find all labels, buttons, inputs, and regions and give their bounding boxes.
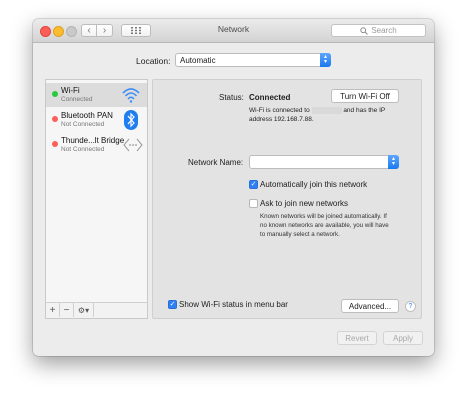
service-item-wifi[interactable]: Wi-Fi Connected (46, 83, 147, 107)
search-field[interactable]: Search (331, 24, 426, 37)
status-label: Status: (219, 93, 244, 102)
service-name: Wi-Fi (61, 86, 80, 95)
network-preferences-window: ‹ › Network Search Location: Automatic ▴… (33, 19, 434, 356)
service-item-bluetooth-pan[interactable]: Bluetooth PAN Not Connected (46, 108, 147, 132)
ask-join-help-line: to manually select a network. (260, 231, 340, 238)
status-dot (52, 91, 58, 97)
advanced-button[interactable]: Advanced... (341, 299, 399, 313)
apply-button[interactable]: Apply (383, 331, 423, 345)
turn-wifi-off-button[interactable]: Turn Wi-Fi Off (331, 89, 399, 103)
network-name-label: Network Name: (188, 158, 244, 167)
auto-join-checkbox[interactable]: ✓ (249, 180, 258, 189)
service-status: Connected (61, 96, 93, 103)
ask-join-help-line: Known networks will be joined automatica… (260, 213, 387, 220)
search-icon (360, 26, 369, 35)
redacted-network-name (311, 106, 342, 114)
service-list: Wi-Fi Connected Bluetooth PAN Not Connec… (45, 79, 148, 319)
status-description-part: and has the IP (343, 107, 386, 114)
service-status: Not Connected (61, 146, 105, 153)
service-item-thunderbolt-bridge[interactable]: Thunde...lt Bridge Not Connected (46, 133, 147, 157)
auto-join-label: Automatically join this network (260, 180, 368, 189)
location-value: Automatic (180, 55, 216, 65)
status-description-part: Wi-Fi is connected to (249, 107, 310, 114)
popup-arrows-icon: ▴ ▾ (388, 155, 399, 169)
wifi-detail-panel: Status: Connected Turn Wi-Fi Off Wi-Fi i… (152, 79, 422, 319)
service-status: Not Connected (61, 121, 105, 128)
ask-join-help: Known networks will be joined automatica… (260, 212, 389, 239)
status-dot (52, 116, 58, 122)
search-placeholder: Search (371, 26, 397, 35)
bluetooth-icon (124, 110, 138, 130)
location-popup[interactable]: Automatic ▴ ▾ (175, 53, 331, 67)
revert-button[interactable]: Revert (337, 331, 377, 345)
remove-service-button[interactable]: − (60, 303, 74, 317)
popup-arrows-icon: ▴ ▾ (320, 53, 331, 67)
status-description: Wi-Fi is connected to and has the IP add… (249, 106, 385, 124)
title-bar: ‹ › Network Search (33, 19, 434, 43)
thunderbolt-bridge-icon (123, 138, 143, 152)
service-list-toolbar: + − ⚙▾ (46, 302, 147, 318)
add-service-button[interactable]: + (46, 303, 60, 317)
service-name: Thunde...lt Bridge (61, 136, 125, 145)
help-button[interactable]: ? (405, 301, 416, 312)
show-wifi-status-label: Show Wi-Fi status in menu bar (179, 300, 288, 309)
ask-join-checkbox[interactable] (249, 199, 258, 208)
action-menu-button[interactable]: ⚙▾ (74, 303, 94, 317)
status-dot (52, 141, 58, 147)
network-name-popup[interactable]: ▴ ▾ (249, 155, 399, 169)
ask-join-label: Ask to join new networks (260, 199, 349, 208)
status-value: Connected (249, 93, 291, 102)
service-name: Bluetooth PAN (61, 111, 113, 120)
ask-join-help-line: no known networks are available, you wil… (260, 222, 389, 229)
ip-address-text: address 192.168.7.88. (249, 116, 314, 123)
show-wifi-status-checkbox[interactable]: ✓ (168, 300, 177, 309)
wifi-icon (122, 88, 140, 103)
location-label: Location: (136, 56, 171, 66)
